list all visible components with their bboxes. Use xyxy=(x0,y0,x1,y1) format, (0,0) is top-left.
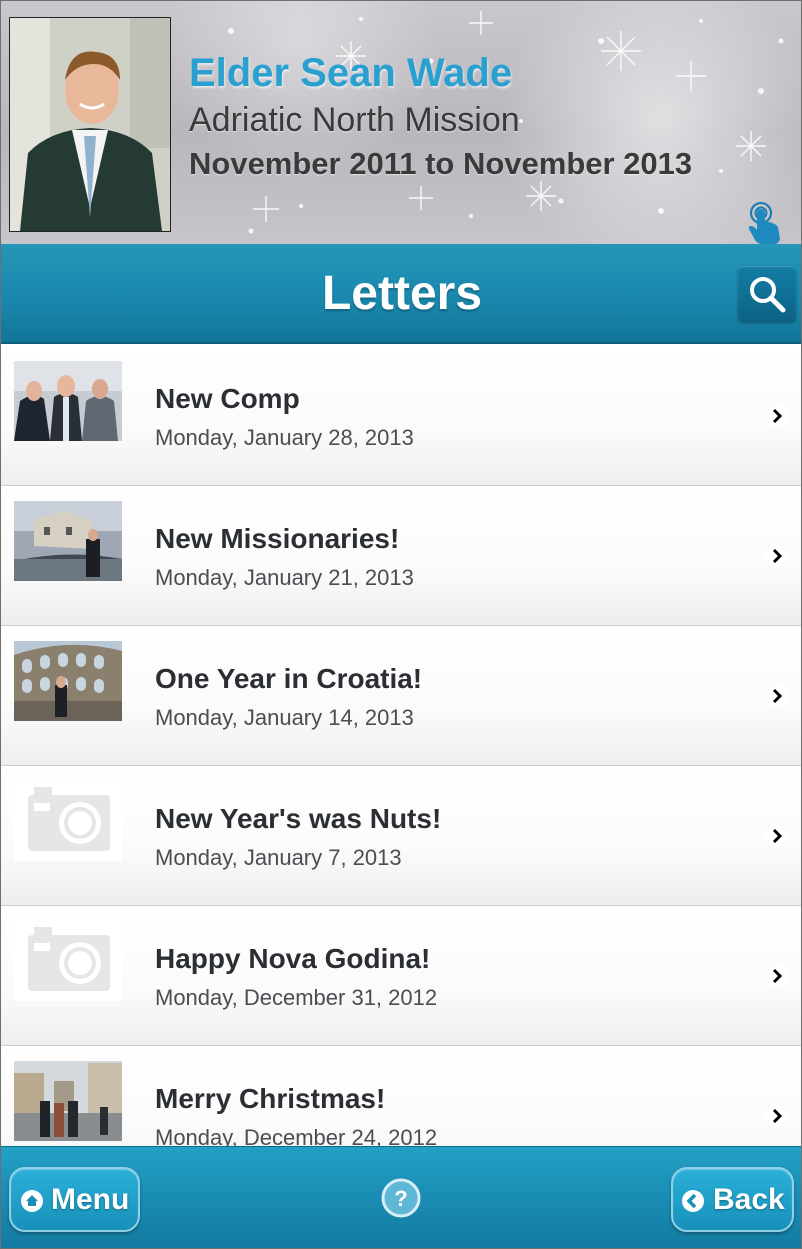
letter-date: Monday, December 31, 2012 xyxy=(155,985,438,1010)
letter-title: Merry Christmas! xyxy=(155,1083,386,1114)
chevron-left-icon xyxy=(682,1190,704,1212)
app-screen: Elder Sean Wade Adriatic North Mission N… xyxy=(0,0,802,1249)
letter-date: Monday, December 24, 2012 xyxy=(155,1125,438,1146)
letter-title: New Missionaries! xyxy=(155,523,400,554)
letter-thumbnail xyxy=(14,501,122,581)
chevron-right-icon xyxy=(766,685,788,707)
camera-placeholder-icon xyxy=(14,921,122,1001)
chevron-right-icon xyxy=(766,405,788,427)
list-item[interactable]: New Year's was Nuts! Monday, January 7, … xyxy=(1,766,801,906)
letter-date: Monday, January 7, 2013 xyxy=(155,845,402,870)
list-item[interactable]: New Comp Monday, January 28, 2013 xyxy=(1,346,801,486)
letter-date: Monday, January 28, 2013 xyxy=(155,425,414,450)
letter-date: Monday, January 14, 2013 xyxy=(155,705,414,730)
letter-thumbnail xyxy=(14,641,122,721)
list-item[interactable]: Merry Christmas! Monday, December 24, 20… xyxy=(1,1046,801,1146)
letters-list: New Comp Monday, January 28, 2013 New Mi… xyxy=(1,346,801,1146)
back-button[interactable]: Back xyxy=(671,1167,794,1232)
chevron-right-icon xyxy=(766,1105,788,1127)
letter-title: New Comp xyxy=(155,383,300,414)
footer-bar: Menu ? Back xyxy=(1,1146,801,1248)
back-label: Back xyxy=(713,1183,785,1216)
list-item[interactable]: New Missionaries! Monday, January 21, 20… xyxy=(1,486,801,626)
letter-date: Monday, January 21, 2013 xyxy=(155,565,414,590)
search-button[interactable] xyxy=(738,266,796,322)
svg-text:?: ? xyxy=(394,1186,407,1211)
title-bar: Letters xyxy=(1,244,801,344)
camera-placeholder-icon xyxy=(14,781,122,861)
page-title: Letters xyxy=(321,267,483,320)
letter-thumbnail xyxy=(14,361,122,441)
profile-name: Elder Sean Wade xyxy=(189,51,513,95)
letter-title: New Year's was Nuts! xyxy=(155,803,442,834)
list-item[interactable]: Happy Nova Godina! Monday, December 31, … xyxy=(1,906,801,1046)
help-icon[interactable]: ? xyxy=(381,1178,421,1218)
list-item[interactable]: One Year in Croatia! Monday, January 14,… xyxy=(1,626,801,766)
chevron-right-icon xyxy=(766,825,788,847)
touch-hand-icon[interactable] xyxy=(741,199,785,244)
search-icon xyxy=(750,277,786,313)
letter-thumbnail xyxy=(14,1061,122,1141)
profile-header: Elder Sean Wade Adriatic North Mission N… xyxy=(1,1,801,244)
mission-name: Adriatic North Mission xyxy=(189,101,520,139)
letter-title: One Year in Croatia! xyxy=(155,663,423,694)
home-icon xyxy=(21,1190,43,1212)
mission-dates: November 2011 to November 2013 xyxy=(189,146,693,181)
profile-photo xyxy=(9,17,171,232)
letter-title: Happy Nova Godina! xyxy=(155,943,431,974)
menu-button[interactable]: Menu xyxy=(9,1167,140,1232)
chevron-right-icon xyxy=(766,545,788,567)
menu-label: Menu xyxy=(51,1183,130,1216)
chevron-right-icon xyxy=(766,965,788,987)
